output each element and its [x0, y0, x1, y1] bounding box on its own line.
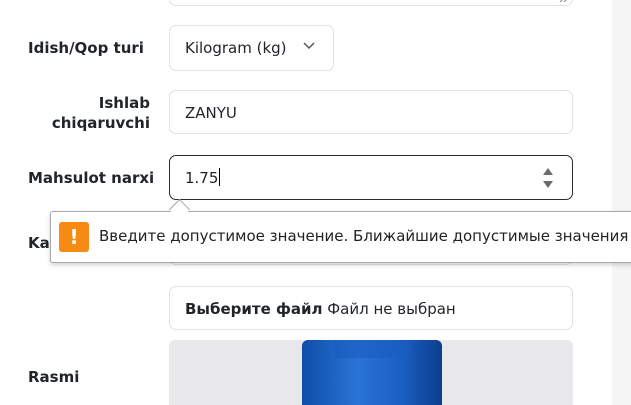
image-label: Rasmi: [28, 368, 80, 386]
price-label: Mahsulot narxi: [28, 169, 155, 187]
category-label: Ka: [28, 234, 50, 252]
file-input-text: Выберите файл Файл не выбран: [185, 299, 456, 319]
choose-file-button[interactable]: Выберите файл: [185, 300, 322, 318]
file-status: Файл не выбран: [327, 300, 456, 318]
price-value-wrap: 1.75: [185, 168, 221, 188]
text-caret: [219, 168, 221, 186]
manufacturer-label: Ishlab chiqaruvchi: [51, 94, 150, 132]
validation-tooltip: ! Введите допустимое значение. Ближайшие…: [50, 198, 631, 263]
description-textarea[interactable]: [169, 0, 573, 6]
number-spinner-icon[interactable]: [542, 167, 554, 189]
container-type-label: Idish/Qop turi: [28, 39, 144, 57]
file-input[interactable]: Выберите файл Файл не выбран: [169, 286, 573, 330]
validation-message: Введите допустимое значение. Ближайшие д…: [99, 227, 629, 245]
scrollbar-track[interactable]: [612, 0, 631, 405]
product-image: [169, 340, 573, 405]
manufacturer-input[interactable]: ZANYU: [169, 90, 573, 134]
product-form-panel: Idish/Qop turi Kilogram (kg) Ishlab chiq…: [0, 0, 612, 405]
resize-handle-icon[interactable]: [558, 0, 568, 2]
chevron-down-icon: [303, 42, 315, 50]
warning-icon: !: [59, 222, 89, 252]
container-type-select[interactable]: Kilogram (kg): [169, 25, 334, 71]
container-type-selected: Kilogram (kg): [185, 39, 287, 57]
price-value: 1.75: [185, 169, 219, 187]
manufacturer-value: ZANYU: [185, 104, 237, 122]
price-input[interactable]: 1.75: [169, 155, 573, 200]
bottle-highlight: [334, 340, 412, 358]
